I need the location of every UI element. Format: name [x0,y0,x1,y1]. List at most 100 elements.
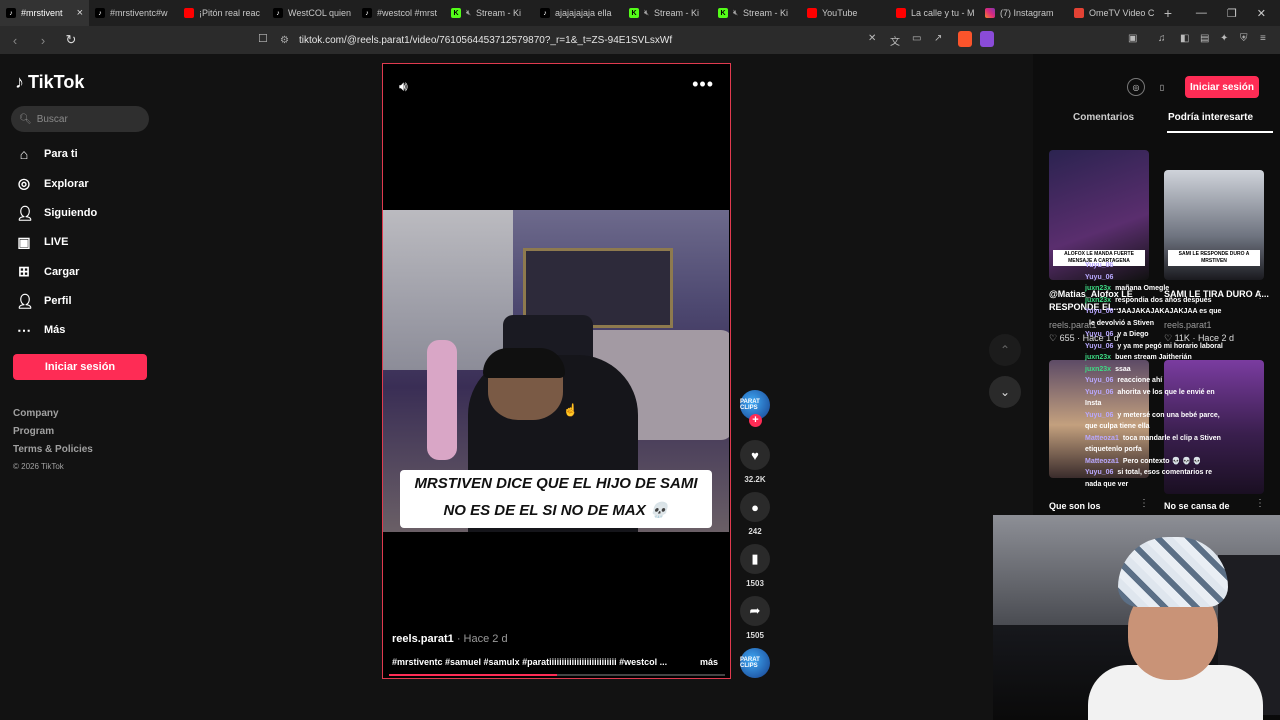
card-more-icon[interactable]: ⋮ [1255,290,1265,301]
video-author[interactable]: reels.parat1 · Hace 2 d [392,633,508,645]
tiktok-page: ♪ TikTok 🔍︎ Buscar ⌂ Para ti ◎ Explorar 👤︎ Si… [0,54,1280,720]
tab-suggested[interactable]: Podría interesarte [1168,112,1253,123]
footer-program-link[interactable]: Program [13,426,54,437]
sidebar-item-cargar[interactable]: ⊞ Cargar [16,263,79,280]
next-video-button[interactable]: ⌄ [989,376,1021,408]
browser-tab[interactable]: ¡Pitón real reac [178,0,267,26]
more-options-icon[interactable]: ••• [692,74,714,95]
chat-username: Yuyu_06 [1085,273,1114,281]
sidebar-item-para-ti[interactable]: ⌂ Para ti [16,146,78,162]
search-input[interactable]: 🔍︎ Buscar [11,106,149,132]
music-disc-avatar[interactable]: PARAT CLIPS [740,648,770,678]
browser-tab[interactable]: ♪ WestCOL quien [267,0,356,26]
chevron-down-icon: ⌄ [999,385,1011,399]
new-tab-button[interactable]: + [1157,5,1179,21]
follow-plus-icon[interactable]: + [749,414,762,427]
close-tab-icon[interactable]: × [77,7,83,19]
video-player[interactable]: 🔊︎ ••• MRSTIVEN DICE QUE EL HIJO DE SAMI… [382,63,731,679]
chat-username: Yuyu_06 [1085,331,1114,338]
comment-button[interactable]: ● [740,492,770,522]
description-more-link[interactable]: más [700,657,718,667]
sidebar-item-explorar[interactable]: ◎ Explorar [16,175,89,192]
minimize-icon[interactable]: — [1196,7,1207,20]
panel-icon[interactable]: ◧ [1180,33,1189,44]
browser-tab[interactable]: (7) Instagram [979,0,1068,26]
brave-shield-icon[interactable] [958,31,972,47]
share-button[interactable]: ➦ [740,596,770,626]
site-info-icon[interactable]: ⚙ [280,35,289,46]
share-icon[interactable]: ↗ [934,33,942,44]
browser-tab[interactable]: K 🔇︎ Stream - Ki [623,0,712,26]
card-more-icon[interactable]: ⋮ [1255,498,1265,509]
reload-icon[interactable]: ↻ [64,32,78,48]
left-sidebar: ♪ TikTok 🔍︎ Buscar ⌂ Para ti ◎ Explorar 👤︎ Si… [0,54,165,720]
chat-text: le devolvió a Stiven [1089,319,1154,327]
url-field[interactable]: ⚙ tiktok.com/@reels.parat1/video/7610564… [280,30,860,50]
chat-text: y a Diego [1117,331,1149,338]
card-more-icon[interactable]: ⋮ [1139,498,1149,509]
ig-favicon-icon [985,8,995,18]
live-icon: ▣ [17,233,31,250]
kick-favicon-icon: K [718,8,728,18]
menu-icon[interactable]: ≡ [1260,33,1266,44]
footer-company-link[interactable]: Company [13,408,59,419]
like-button[interactable]: ♥ [740,440,770,470]
leo-icon[interactable]: ✦ [1220,33,1228,44]
browser-tab[interactable]: YouTube [801,0,890,26]
sidebar-toggle-icon[interactable]: ▣ [1128,33,1137,44]
profile-icon: 👤︎ [16,292,34,309]
media-icon[interactable]: ♫ [1158,33,1166,44]
device-icon[interactable]: ▯ [1153,78,1171,96]
browser-tab[interactable]: ♪ #mrstivent × [0,0,89,26]
chat-text: mañana Omegle [1115,285,1170,292]
header-login-button[interactable]: Iniciar sesión [1185,76,1259,98]
browser-tab[interactable]: ♪ #mrstiventc#w [89,0,178,26]
video-progress-bar[interactable] [389,674,725,676]
chat-text: buen stream Jaitherián [1115,354,1192,361]
save-count: 1503 [746,579,764,588]
reader-icon[interactable]: ✕ [868,33,876,44]
login-button[interactable]: Iniciar sesión [13,354,147,380]
brave-rewards-icon[interactable] [980,31,994,47]
chat-text: respondia dos años después [1115,296,1212,304]
chat-username: juxn23x [1085,285,1112,292]
forward-icon[interactable]: › [36,33,50,48]
vpn-icon[interactable]: ⛨ [1240,33,1248,44]
yt-favicon-icon [807,8,817,18]
close-window-icon[interactable]: ✕ [1257,7,1266,20]
browser-tab[interactable]: ♪ #westcol #mrst [356,0,445,26]
browser-tab[interactable]: ♪ ajajajajaja ella [534,0,623,26]
tab-title: ajajajajaja ella [555,8,612,18]
browser-tab[interactable]: OmeTV Video C [1068,0,1157,26]
save-button[interactable]: ▮ [740,544,770,574]
muted-icon[interactable]: 🔇︎ [733,8,738,18]
bookmark-icon[interactable]: ☐ [258,32,268,45]
author-name[interactable]: reels.parat1 [392,633,454,645]
volume-icon[interactable]: 🔊︎ [399,78,408,95]
muted-icon[interactable]: 🔇︎ [644,8,649,18]
tab-comments[interactable]: Comentarios [1073,112,1134,123]
browser-tab[interactable]: K 🔇︎ Stream - Ki [445,0,534,26]
muted-icon[interactable]: 🔇︎ [466,8,471,18]
chat-text: y ya me pegó mi horario laboral [1117,342,1223,350]
back-icon[interactable]: ‹ [8,33,22,48]
maximize-icon[interactable]: ❐ [1227,7,1237,20]
tiktok-logo[interactable]: ♪ TikTok [15,72,84,93]
sidebar-item-siguiendo[interactable]: 👤︎ Siguiendo [16,205,97,222]
video-hashtags[interactable]: #mrstiventc #samuel #samulx #paratiiiiii… [392,657,692,667]
wallet-icon[interactable]: ▤ [1200,33,1209,44]
sidebar-item-live[interactable]: ▣ LIVE [16,234,68,251]
sidebar-item-más[interactable]: ⋯ Más [16,322,65,339]
chat-username: juxn23x [1085,365,1112,373]
coins-icon[interactable]: ◎ [1127,78,1145,96]
suggested-video-title[interactable]: No se cansa de [1164,500,1269,513]
previous-video-button[interactable]: ⌃ [989,334,1021,366]
cast-icon[interactable]: ▭ [912,33,921,44]
translate-icon[interactable]: 文 [890,33,900,48]
sidebar-item-perfil[interactable]: 👤︎ Perfil [16,293,72,310]
progress-fill [389,674,557,676]
footer-terms-link[interactable]: Terms & Policies [13,444,93,455]
browser-tab[interactable]: K 🔇︎ Stream - Ki [712,0,801,26]
chat-username: juxn23x [1085,296,1112,304]
browser-tab[interactable]: La calle y tu - M [890,0,979,26]
